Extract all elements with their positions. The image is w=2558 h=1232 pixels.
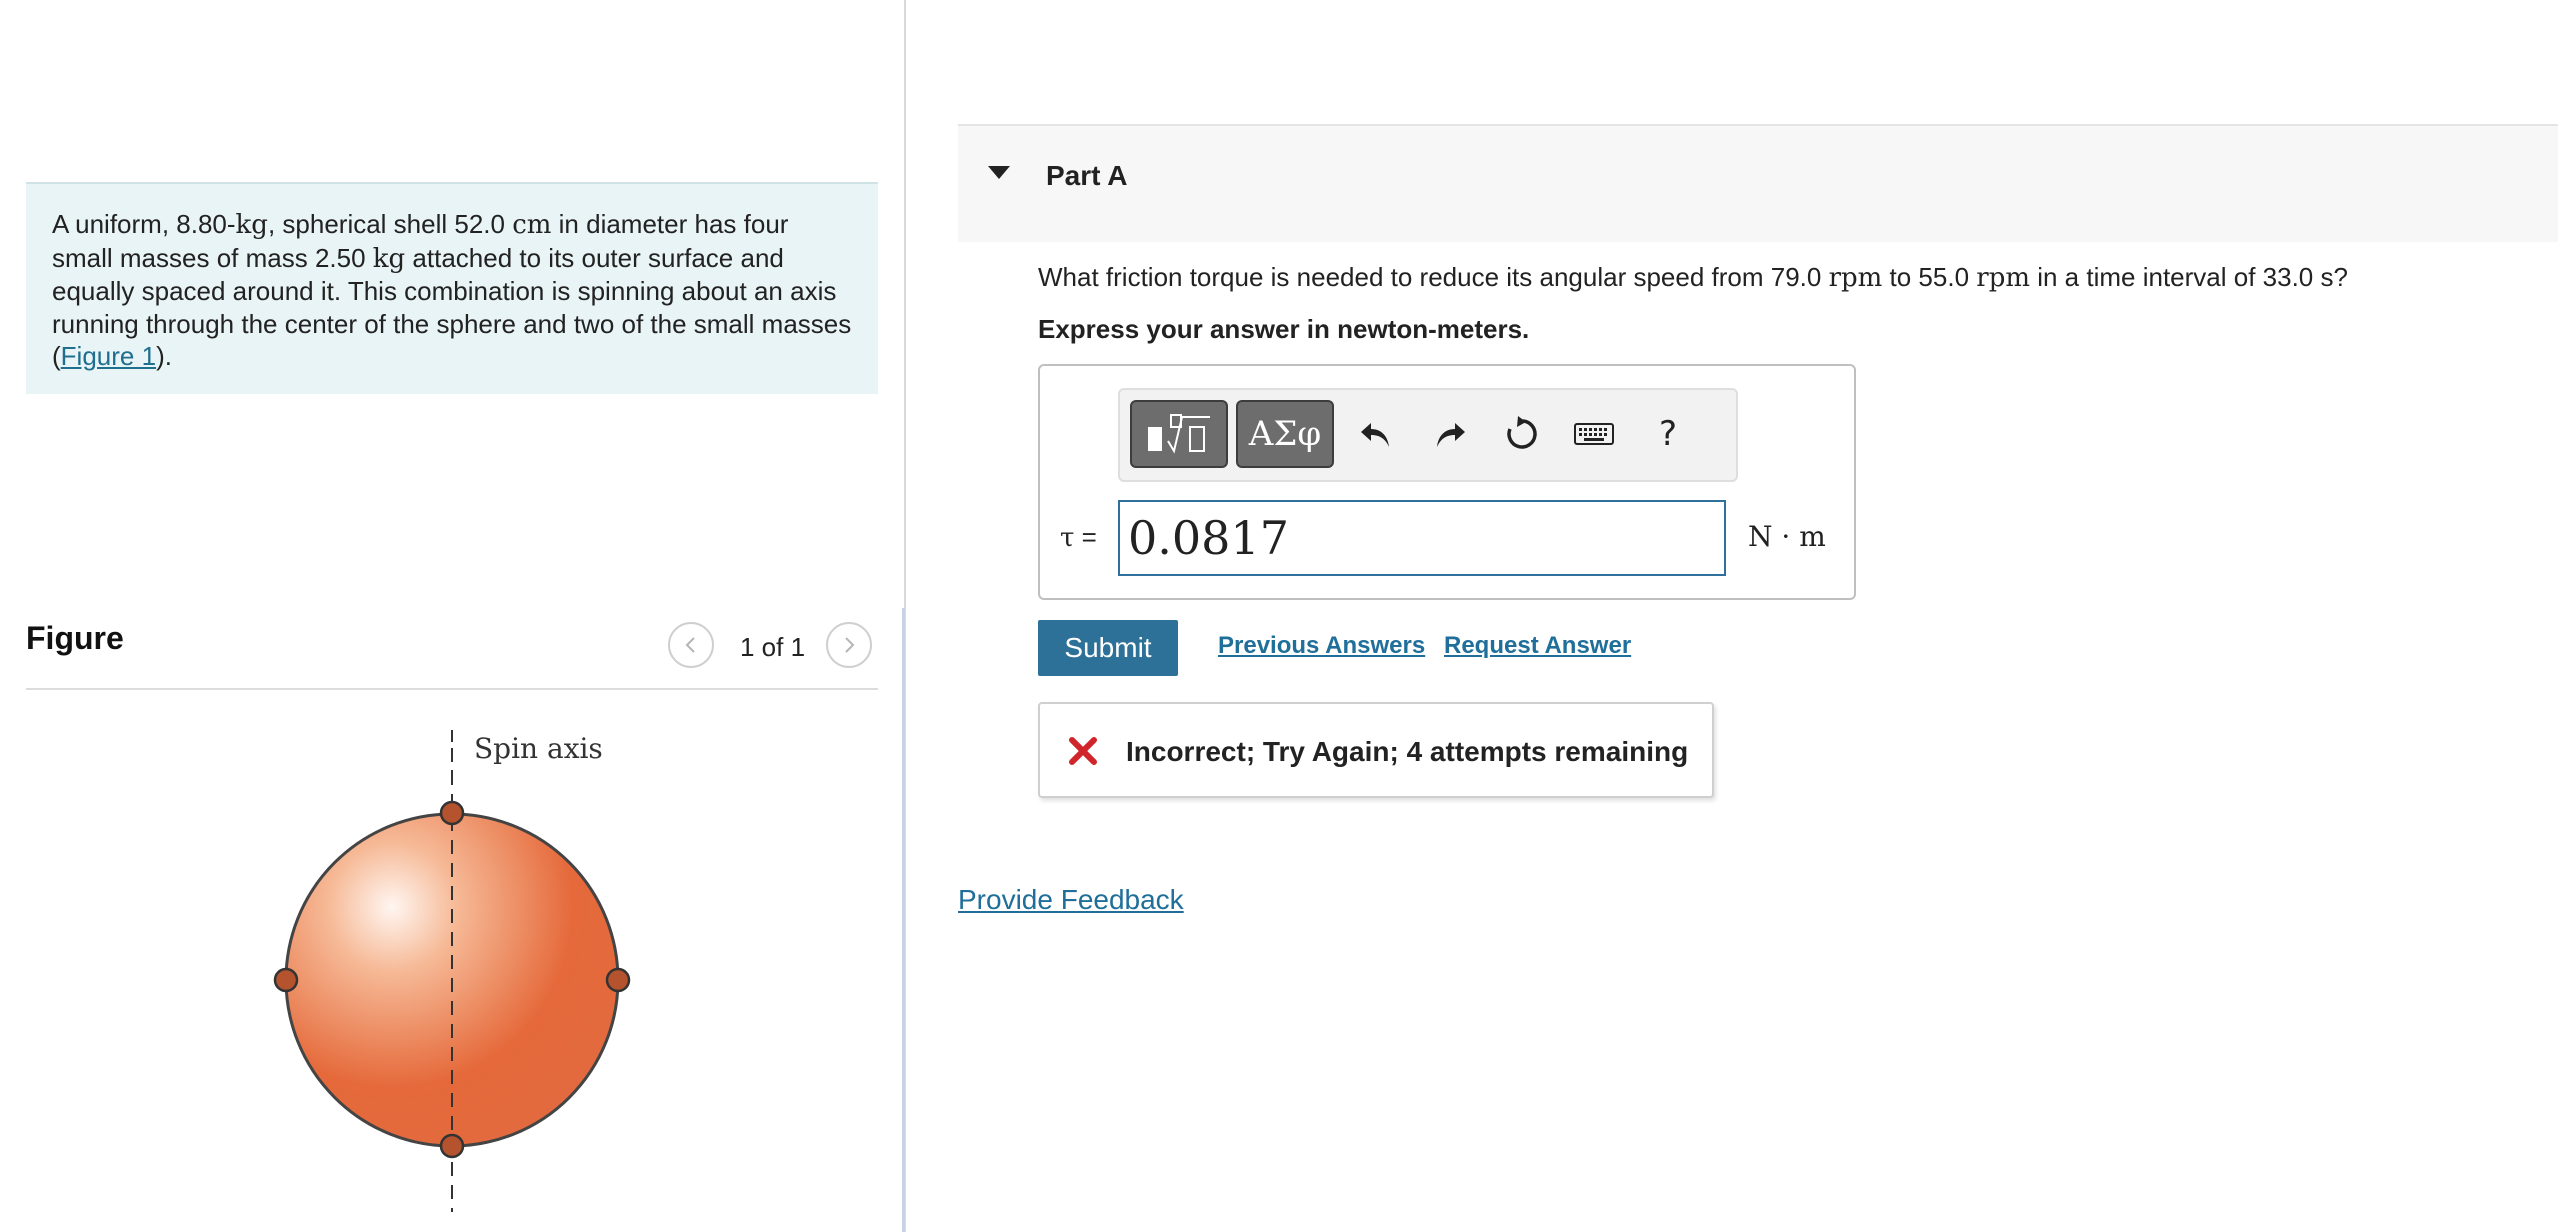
answer-box: ΑΣφ ? τ = 0.0817 N · m <box>1038 364 1856 600</box>
figure-link[interactable]: Figure 1 <box>61 341 156 371</box>
next-figure-button[interactable] <box>826 622 872 668</box>
undo-button[interactable] <box>1352 410 1400 458</box>
caret-down-icon <box>988 166 1010 179</box>
help-button[interactable]: ? <box>1644 410 1692 458</box>
answer-input[interactable]: 0.0817 <box>1118 500 1726 576</box>
feedback-message: Incorrect; Try Again; 4 attempts remaini… <box>1038 702 1714 798</box>
undo-icon <box>1361 423 1389 447</box>
question-text: What friction torque is needed to reduce… <box>1038 262 2348 293</box>
previous-figure-button[interactable] <box>668 622 714 668</box>
previous-answers-link[interactable]: Previous Answers <box>1218 632 1425 660</box>
mass-right <box>605 967 631 993</box>
redo-icon <box>1437 423 1465 447</box>
variable-symbol: τ <box>1060 523 1075 553</box>
part-title: Part A <box>1046 160 1128 191</box>
question-unit: rpm <box>1828 263 1883 293</box>
part-a-header[interactable]: Part A <box>958 124 2558 242</box>
spherical-shell-figure: Spin axis <box>273 730 631 1212</box>
math-toolbar: ΑΣφ ? <box>1118 388 1738 482</box>
problem-text: A uniform, 8.80- <box>52 209 236 239</box>
chevron-left-icon <box>685 637 695 653</box>
answer-units: N · m <box>1748 520 1826 553</box>
problem-statement: A uniform, 8.80-kg, spherical shell 52.0… <box>26 182 878 394</box>
mass-top <box>439 800 465 826</box>
problem-unit: kg <box>235 210 268 240</box>
problem-text: , spherical shell 52.0 <box>267 209 513 239</box>
question-text-part: What friction torque is needed to reduce… <box>1038 262 1829 292</box>
question-text-part: in a time interval of 33.0 s? <box>2030 262 2348 292</box>
mass-left <box>273 967 299 993</box>
template-button[interactable] <box>1130 400 1228 468</box>
problem-text: ). <box>156 341 172 371</box>
submit-button[interactable]: Submit <box>1038 620 1178 676</box>
spin-axis-label: Spin axis <box>474 732 603 765</box>
reset-icon <box>1507 416 1537 449</box>
template-icon <box>1148 414 1210 454</box>
redo-button[interactable] <box>1426 410 1474 458</box>
mass-bottom <box>439 1133 465 1159</box>
keyboard-button[interactable] <box>1570 410 1618 458</box>
problem-unit: kg <box>372 243 406 274</box>
request-answer-link[interactable]: Request Answer <box>1444 632 1631 660</box>
answer-variable-label: τ = <box>1060 522 1097 553</box>
greek-symbols-button[interactable]: ΑΣφ <box>1236 400 1334 468</box>
feedback-text: Incorrect; Try Again; 4 attempts remaini… <box>1126 736 1689 767</box>
figure-counter: 1 of 1 <box>740 632 806 662</box>
question-text-part: to 55.0 <box>1882 262 1977 292</box>
pane-divider-accent <box>902 608 905 1232</box>
question-unit: rpm <box>1976 263 2030 293</box>
help-icon: ? <box>1658 414 1678 454</box>
reset-button[interactable] <box>1498 410 1546 458</box>
provide-feedback-link[interactable]: Provide Feedback <box>958 884 1184 916</box>
incorrect-x-icon <box>1069 737 1097 765</box>
problem-unit: cm <box>512 210 552 240</box>
figure-header: Figure 1 of 1 <box>26 612 878 690</box>
greek-icon: ΑΣφ <box>1248 414 1322 454</box>
figure-title: Figure <box>26 620 124 656</box>
chevron-right-icon <box>845 637 855 653</box>
right-pane: Part A What friction torque is needed to… <box>906 0 2558 1232</box>
left-pane: A uniform, 8.80-kg, spherical shell 52.0… <box>0 0 904 1232</box>
answer-instruction: Express your answer in newton-meters. <box>1038 314 1530 344</box>
keyboard-icon <box>1574 423 1614 445</box>
equals-sign: = <box>1074 522 1097 552</box>
